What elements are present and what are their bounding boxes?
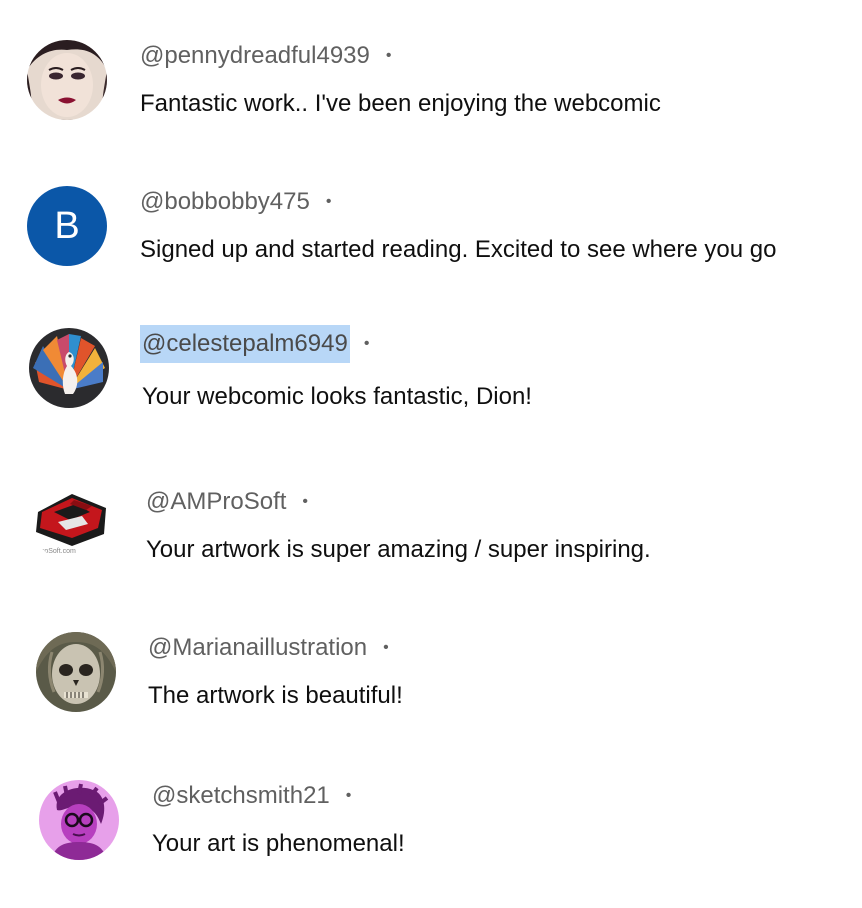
separator-dot: • [325, 193, 332, 210]
author-handle[interactable]: @celestepalm6949 [140, 325, 350, 363]
comment-item: @sketchsmith21 • Your art is phenomenal! [0, 760, 862, 880]
comment-item: roSoft.com @AMProSoft • Your artwork is … [0, 462, 862, 582]
separator-dot: • [363, 335, 370, 352]
comment-header: @Marianaillustration • [146, 628, 389, 668]
skull-portrait-icon[interactable] [36, 632, 116, 712]
author-handle[interactable]: @sketchsmith21 [150, 777, 332, 815]
comment-header: @celestepalm6949 • [140, 324, 369, 364]
comment-text: Your artwork is super amazing / super in… [146, 536, 651, 563]
author-handle[interactable]: @Marianaillustration [146, 629, 369, 667]
comment-text: Signed up and started reading. Excited t… [140, 236, 777, 263]
comment-header: @pennydreadful4939 • [138, 36, 391, 76]
comment-header: @bobbobby475 • [138, 182, 331, 222]
purple-person-glasses-icon[interactable] [39, 780, 119, 860]
letter-avatar-icon[interactable]: B [27, 186, 107, 266]
comment-item: @celestepalm6949 • Your webcomic looks f… [0, 308, 862, 428]
comment-item: @Marianaillustration • The artwork is be… [0, 612, 862, 732]
separator-dot: • [383, 639, 389, 656]
separator-dot: • [345, 787, 352, 804]
peacock-icon[interactable] [29, 328, 109, 408]
author-handle[interactable]: @pennydreadful4939 [138, 37, 372, 75]
comment-text: The artwork is beautiful! [148, 682, 403, 709]
separator-dot: • [302, 493, 309, 510]
portrait-woman-red-lips-icon[interactable] [27, 40, 107, 120]
comment-item: @pennydreadful4939 • Fantastic work.. I'… [0, 20, 862, 140]
comment-text: Your webcomic looks fantastic, Dion! [142, 383, 532, 410]
comment-text: Your art is phenomenal! [152, 830, 405, 857]
separator-dot: • [385, 47, 392, 64]
amprosoft-logo-icon[interactable]: roSoft.com [32, 482, 112, 562]
author-handle[interactable]: @AMProSoft [144, 483, 288, 521]
avatar-letter: B [54, 204, 80, 247]
comment-item: B @bobbobby475 • Signed up and started r… [0, 166, 862, 286]
comment-header: @AMProSoft • [144, 482, 308, 522]
comment-text: Fantastic work.. I've been enjoying the … [140, 90, 661, 117]
author-handle[interactable]: @bobbobby475 [138, 183, 312, 221]
comment-header: @sketchsmith21 • [150, 776, 351, 816]
logo-caption: roSoft.com [42, 548, 76, 555]
